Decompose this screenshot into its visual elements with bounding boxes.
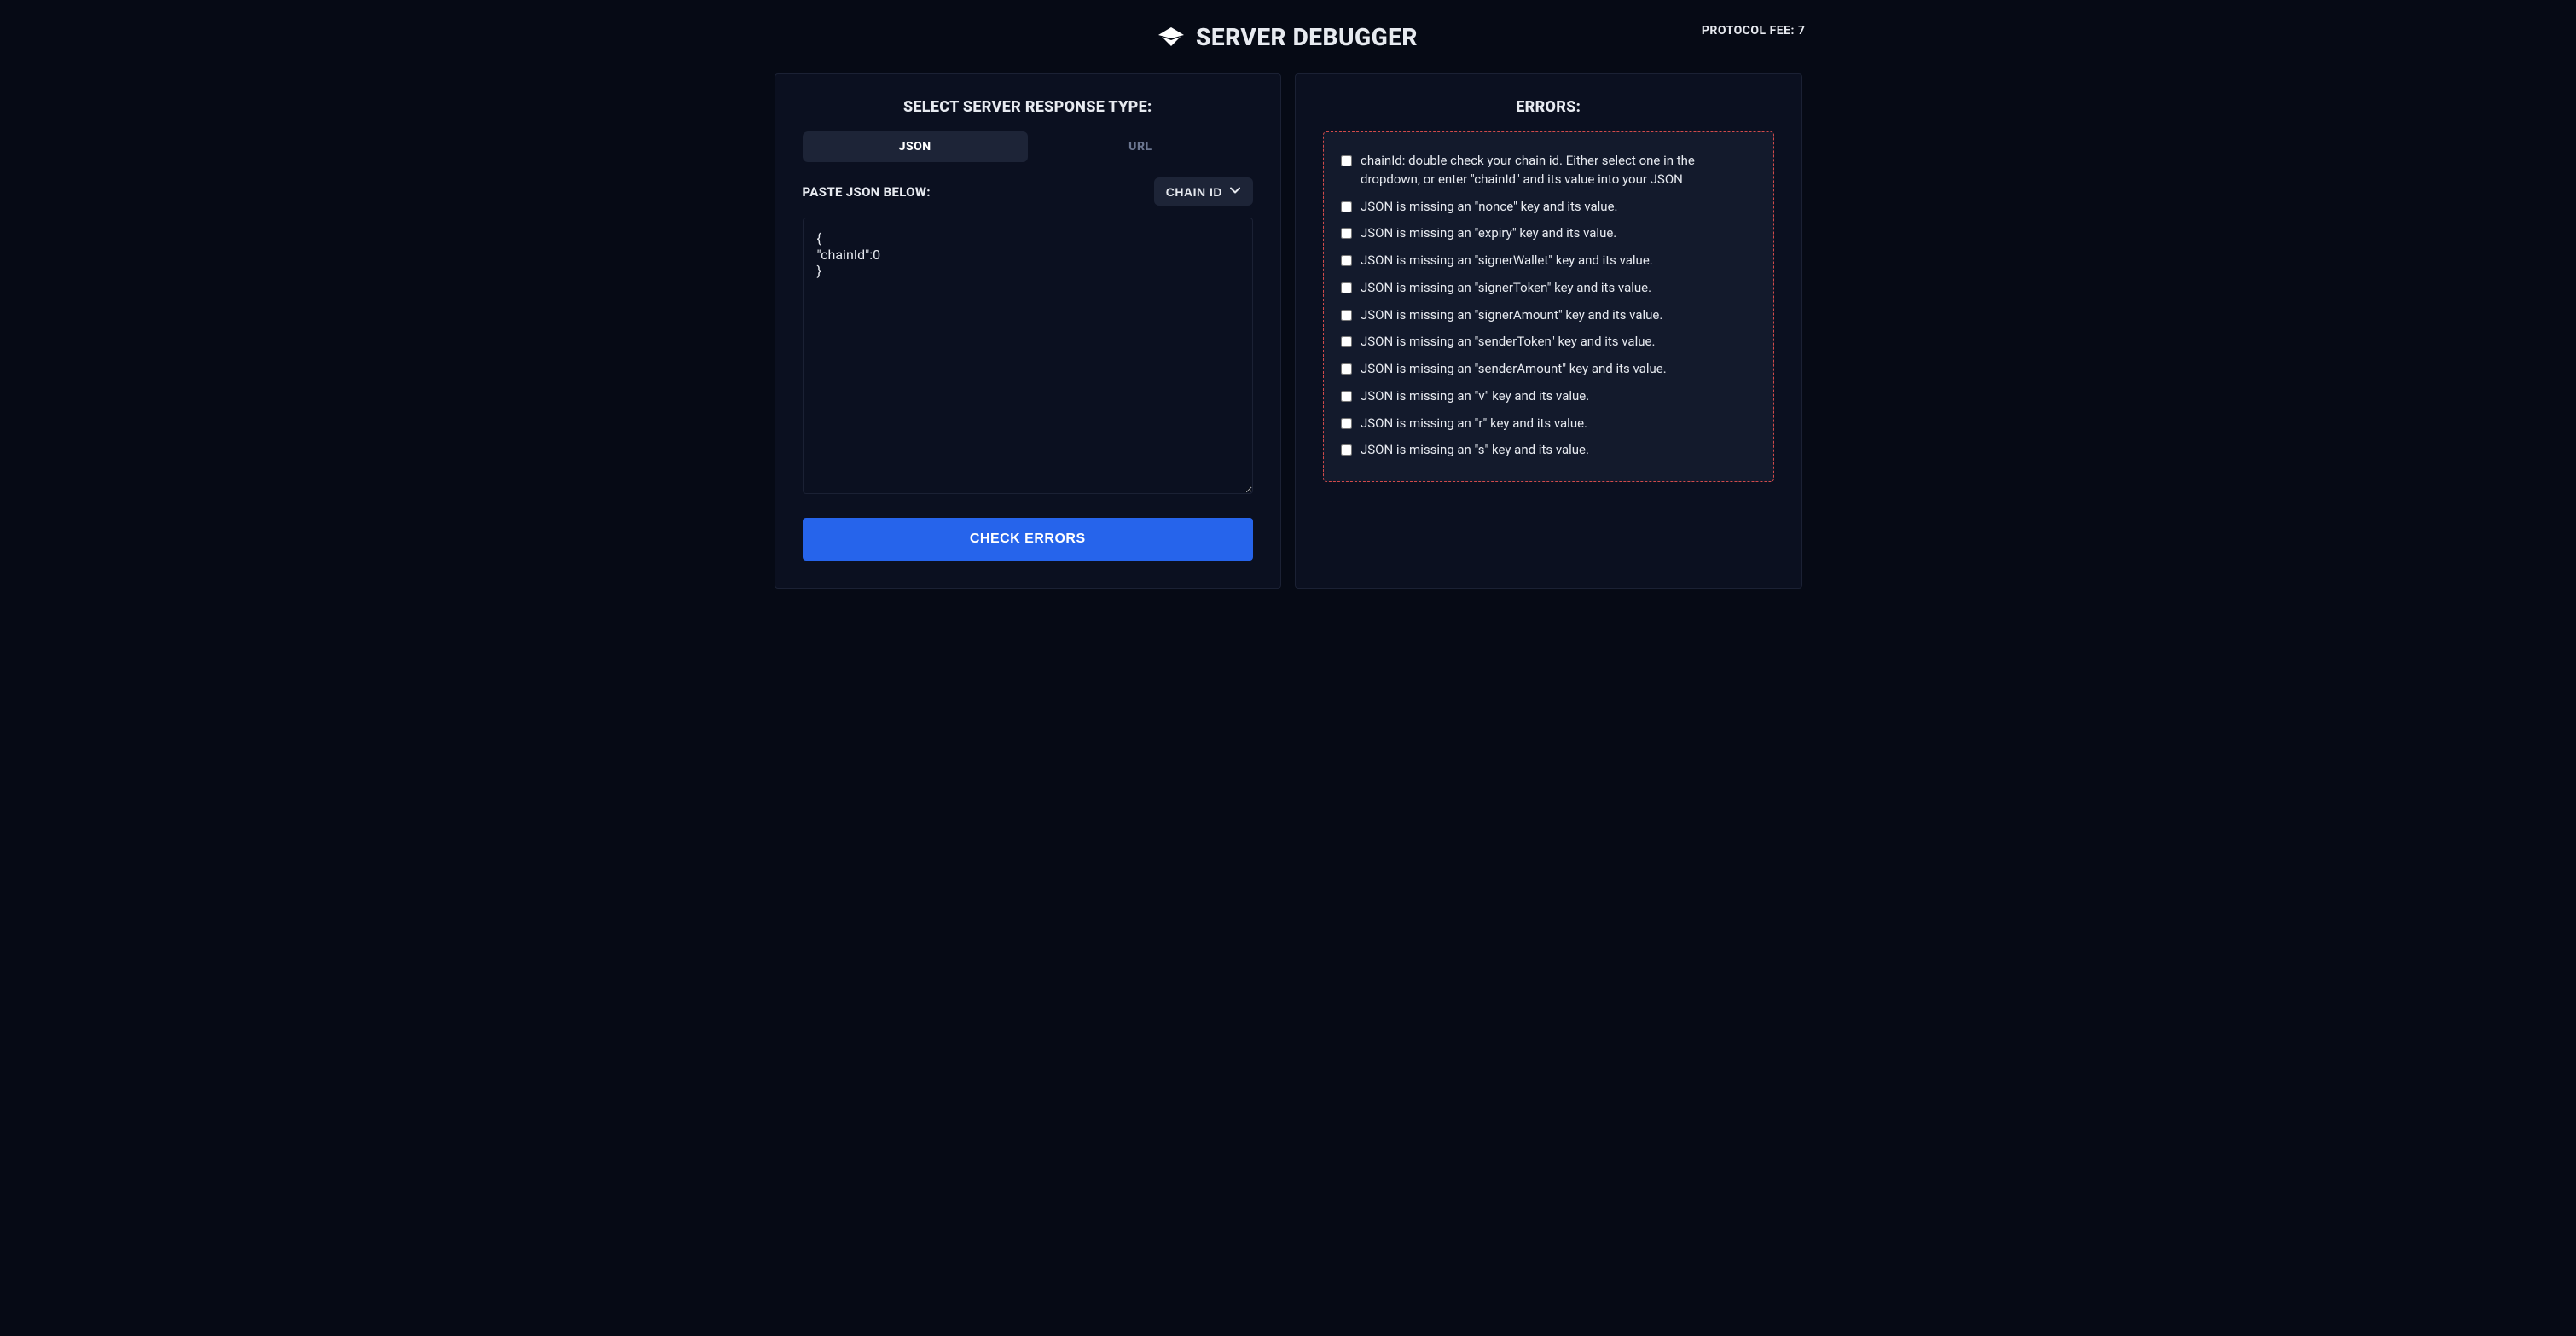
check-errors-button[interactable]: CHECK ERRORS xyxy=(803,518,1254,561)
errors-list: chainId: double check your chain id. Eit… xyxy=(1341,148,1756,464)
app-root: SERVER DEBUGGER PROTOCOL FEE: 7 SELECT S… xyxy=(643,0,1934,623)
panel-input: SELECT SERVER RESPONSE TYPE: JSON URL PA… xyxy=(775,73,1282,589)
error-item: JSON is missing an "expiry" key and its … xyxy=(1341,220,1756,247)
errors-panel-title: ERRORS: xyxy=(1323,98,1774,116)
chain-id-dropdown[interactable]: CHAIN ID xyxy=(1154,177,1253,206)
error-text: JSON is missing an "signerToken" key and… xyxy=(1361,279,1651,298)
error-text: chainId: double check your chain id. Eit… xyxy=(1361,152,1756,189)
error-item: JSON is missing an "senderAmount" key an… xyxy=(1341,356,1756,383)
error-item: JSON is missing an "signerAmount" key an… xyxy=(1341,302,1756,329)
chevron-down-icon xyxy=(1229,184,1241,199)
error-text: JSON is missing an "s" key and its value… xyxy=(1361,441,1589,460)
error-text: JSON is missing an "senderToken" key and… xyxy=(1361,333,1655,351)
error-text: JSON is missing an "senderAmount" key an… xyxy=(1361,360,1667,379)
json-input[interactable] xyxy=(803,218,1254,494)
error-checkbox[interactable] xyxy=(1341,418,1352,429)
protocol-fee-label: PROTOCOL FEE: 7 xyxy=(1702,24,1806,38)
error-item: JSON is missing an "signerToken" key and… xyxy=(1341,275,1756,302)
panel-errors: ERRORS: chainId: double check your chain… xyxy=(1295,73,1802,589)
errors-box: chainId: double check your chain id. Eit… xyxy=(1323,131,1774,482)
error-text: JSON is missing an "expiry" key and its … xyxy=(1361,224,1616,243)
error-checkbox[interactable] xyxy=(1341,363,1352,375)
error-checkbox[interactable] xyxy=(1341,228,1352,239)
logo-wrap: SERVER DEBUGGER xyxy=(1158,23,1418,51)
error-checkbox[interactable] xyxy=(1341,391,1352,402)
chain-id-label: CHAIN ID xyxy=(1166,185,1222,199)
error-item: chainId: double check your chain id. Eit… xyxy=(1341,148,1756,194)
error-item: JSON is missing an "s" key and its value… xyxy=(1341,437,1756,464)
error-checkbox[interactable] xyxy=(1341,255,1352,266)
response-type-tabs: JSON URL xyxy=(803,131,1254,162)
paste-row: PASTE JSON BELOW: CHAIN ID xyxy=(803,177,1254,206)
error-text: JSON is missing an "nonce" key and its v… xyxy=(1361,198,1617,217)
error-item: JSON is missing an "signerWallet" key an… xyxy=(1341,247,1756,275)
error-item: JSON is missing an "nonce" key and its v… xyxy=(1341,194,1756,221)
error-text: JSON is missing an "v" key and its value… xyxy=(1361,387,1589,406)
error-checkbox[interactable] xyxy=(1341,444,1352,456)
app-logo-icon xyxy=(1158,27,1184,46)
error-text: JSON is missing an "signerAmount" key an… xyxy=(1361,306,1662,325)
error-item: JSON is missing an "senderToken" key and… xyxy=(1341,328,1756,356)
panels: SELECT SERVER RESPONSE TYPE: JSON URL PA… xyxy=(643,73,1934,589)
header: SERVER DEBUGGER PROTOCOL FEE: 7 xyxy=(643,15,1934,58)
paste-json-label: PASTE JSON BELOW: xyxy=(803,184,931,200)
error-item: JSON is missing an "v" key and its value… xyxy=(1341,383,1756,410)
tab-url[interactable]: URL xyxy=(1028,131,1253,162)
app-title: SERVER DEBUGGER xyxy=(1196,23,1418,51)
error-checkbox[interactable] xyxy=(1341,310,1352,321)
error-text: JSON is missing an "r" key and its value… xyxy=(1361,415,1587,433)
error-checkbox[interactable] xyxy=(1341,282,1352,293)
error-checkbox[interactable] xyxy=(1341,155,1352,166)
error-checkbox[interactable] xyxy=(1341,336,1352,347)
error-item: JSON is missing an "r" key and its value… xyxy=(1341,410,1756,438)
error-checkbox[interactable] xyxy=(1341,201,1352,212)
input-panel-title: SELECT SERVER RESPONSE TYPE: xyxy=(803,98,1254,116)
error-text: JSON is missing an "signerWallet" key an… xyxy=(1361,252,1653,270)
tab-json[interactable]: JSON xyxy=(803,131,1028,162)
